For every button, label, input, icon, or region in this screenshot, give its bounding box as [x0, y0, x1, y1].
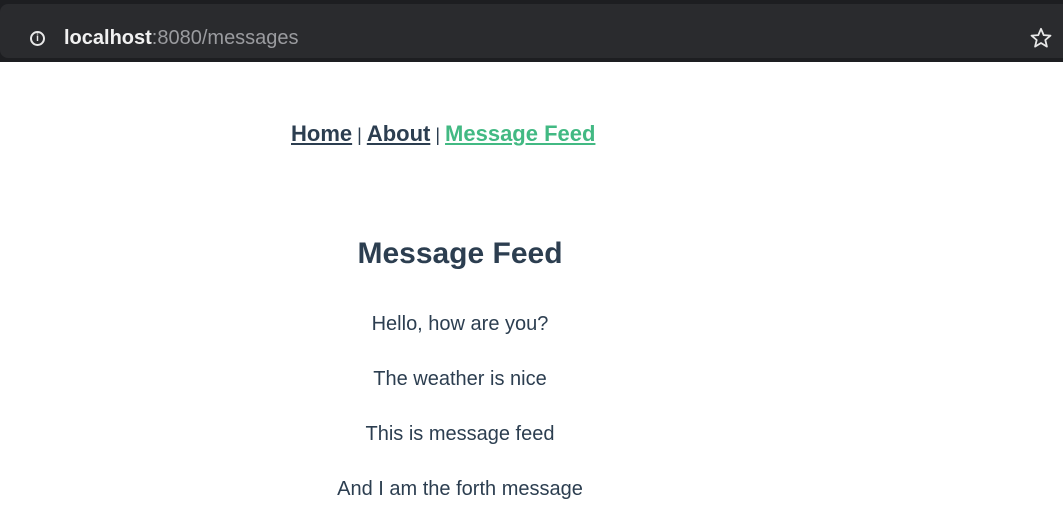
- message-item: This is message feed: [365, 423, 555, 445]
- nav-separator: |: [357, 125, 362, 145]
- message-list: Hello, how are you? The weather is nice …: [0, 310, 920, 530]
- browser-toolbar: i localhost:8080/messages: [0, 0, 1063, 62]
- message-item: The weather is nice: [373, 368, 547, 390]
- nav-link-message-feed[interactable]: Message Feed: [445, 121, 595, 146]
- main-nav: Home | About | Message Feed: [291, 121, 595, 148]
- info-icon[interactable]: i: [30, 31, 45, 46]
- star-icon[interactable]: [1029, 26, 1053, 50]
- page-title: Message Feed: [357, 237, 563, 270]
- url-host: localhost: [64, 27, 152, 49]
- address-bar[interactable]: i localhost:8080/messages: [0, 4, 1063, 58]
- url-text[interactable]: localhost:8080/messages: [64, 27, 299, 49]
- message-item: And I am the forth message: [337, 478, 583, 500]
- url-path: :8080/messages: [151, 27, 299, 49]
- nav-separator: |: [435, 125, 441, 145]
- nav-link-about[interactable]: About: [367, 121, 431, 146]
- nav-link-home[interactable]: Home: [291, 121, 352, 146]
- message-item: Hello, how are you?: [371, 313, 549, 335]
